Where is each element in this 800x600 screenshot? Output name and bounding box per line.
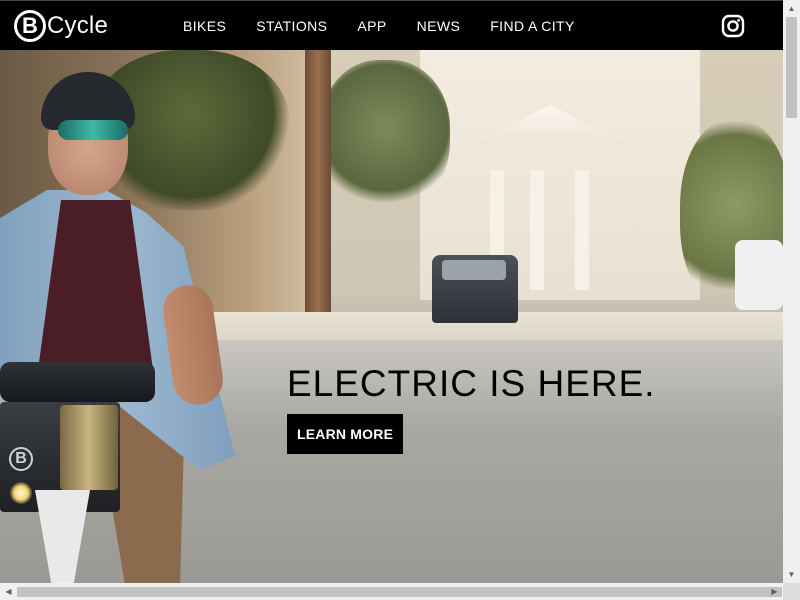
rider-sunglasses [58, 120, 128, 140]
bcycle-logo[interactable]: B Cycle [14, 7, 108, 45]
hero-photo-car [735, 240, 783, 310]
hero-headline: ELECTRIC IS HERE. [287, 363, 656, 404]
nav-item-bikes[interactable]: BIKES [168, 18, 241, 34]
logo-b-badge: B [14, 10, 46, 42]
bike-headlight [10, 482, 32, 504]
learn-more-button[interactable]: LEARN MORE [287, 414, 404, 454]
hero-photo-pole [305, 50, 331, 315]
nav-links: BIKES STATIONS APP NEWS FIND A CITY [168, 1, 590, 51]
bike-handlebar [0, 362, 155, 402]
bike-b-logo-icon: B [9, 447, 33, 471]
nav-item-stations[interactable]: STATIONS [241, 18, 342, 34]
nav-item-find-a-city[interactable]: FIND A CITY [475, 18, 590, 34]
hero-photo-car-windshield [442, 260, 506, 280]
hero-photo-column [530, 170, 544, 290]
scroll-right-arrow-icon[interactable]: ▶ [766, 583, 783, 600]
horizontal-scrollbar-thumb[interactable] [17, 587, 782, 597]
scroll-left-arrow-icon[interactable]: ◀ [0, 583, 17, 600]
nav-item-app[interactable]: APP [342, 18, 401, 34]
top-navigation: B Cycle BIKES STATIONS APP NEWS FIND A C… [0, 0, 783, 50]
bike-panel [60, 405, 118, 490]
hero-photo-tree [320, 60, 450, 210]
nav-item-news[interactable]: NEWS [402, 18, 476, 34]
hero-banner: B ELECTRIC IS HERE. LEARN MORE [0, 50, 783, 583]
scrollbar-corner [783, 583, 800, 600]
vertical-scrollbar-thumb[interactable] [786, 17, 797, 118]
logo-wordmark: Cycle [47, 12, 109, 39]
scroll-down-arrow-icon[interactable]: ▼ [783, 566, 800, 583]
scroll-up-arrow-icon[interactable]: ▲ [783, 0, 800, 17]
hero-photo-column [575, 170, 589, 290]
instagram-icon[interactable] [721, 14, 745, 38]
